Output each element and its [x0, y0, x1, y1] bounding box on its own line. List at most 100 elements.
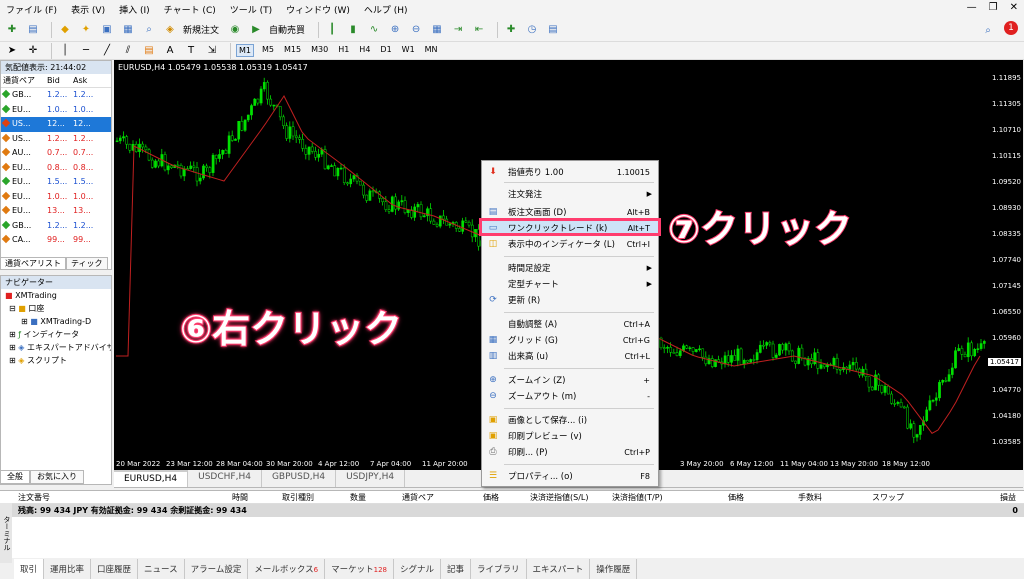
terminal-column-header[interactable]: 価格 — [483, 491, 499, 504]
vertical-line-icon[interactable]: │ — [57, 43, 73, 59]
search-icon[interactable]: ⌕ — [980, 22, 996, 38]
nav-item-accounts[interactable]: ⊟ ■ 口座 — [1, 302, 111, 315]
context-menu-item[interactable]: 自動調整 (A) Ctrl+A — [482, 317, 658, 331]
terminal-tab[interactable]: 取引 — [14, 559, 45, 579]
terminal-column-header[interactable]: 手数料 — [798, 491, 822, 504]
timeframe-m15[interactable]: M15 — [282, 44, 303, 57]
terminal-column-header[interactable]: 決済指値(T/P) — [612, 491, 663, 504]
chart-tab[interactable]: USDJPY,H4 — [336, 470, 406, 487]
terminal-tab[interactable]: 口座履歴 — [91, 559, 139, 579]
terminal-column-header[interactable]: 注文番号 — [18, 491, 50, 504]
context-menu-item[interactable]: ⬇ 指値売り 1.00 1.10015 — [482, 165, 658, 179]
terminal-tab[interactable]: ライブラリ — [471, 559, 527, 579]
nav-item-experts[interactable]: ⊞ ◈ エキスパートアドバイザ — [1, 341, 111, 354]
templates-icon[interactable]: ▤ — [545, 22, 561, 38]
chart-tab[interactable]: USDCHF,H4 — [188, 470, 262, 487]
timeframe-d1[interactable]: D1 — [378, 44, 393, 57]
context-menu-item[interactable]: ▣ 印刷プレビュー (v) — [482, 429, 658, 443]
terminal-column-header[interactable]: 通貨ペア — [402, 491, 434, 504]
tab-general[interactable]: 全般 — [0, 470, 30, 484]
terminal-icon[interactable]: ▦ — [120, 22, 136, 38]
timeframe-w1[interactable]: W1 — [400, 44, 417, 57]
metaeditor-icon[interactable]: ◉ — [227, 22, 243, 38]
terminal-column-header[interactable]: 取引種別 — [282, 491, 314, 504]
terminal-tab[interactable]: シグナル — [394, 559, 441, 579]
equidistant-channel-icon[interactable]: ⫽ — [120, 43, 136, 59]
context-menu-item[interactable]: ⟳ 更新 (R) — [482, 293, 658, 307]
timeframe-m1[interactable]: M1 — [236, 44, 254, 57]
market-watch-row[interactable]: EU... 13... 13... — [1, 204, 111, 219]
context-menu-item[interactable]: ⎙ 印刷... (P) Ctrl+P — [482, 445, 658, 459]
zoom-out-icon[interactable]: ⊖ — [408, 22, 424, 38]
minimize-icon[interactable]: — — [967, 2, 977, 13]
timeframe-m30[interactable]: M30 — [309, 44, 330, 57]
terminal-tab[interactable]: エキスパート — [527, 559, 591, 579]
market-watch-row[interactable]: EU... 1.0... 1.0... — [1, 103, 111, 118]
text-icon[interactable]: A — [162, 43, 178, 59]
nav-item-account-demo[interactable]: ⊞ ■ XMTrading-D — [1, 315, 111, 328]
tab-tick[interactable]: ティック — [66, 257, 108, 270]
line-chart-icon[interactable]: ∿ — [366, 22, 382, 38]
timeframe-h4[interactable]: H4 — [357, 44, 372, 57]
close-icon[interactable]: ✕ — [1010, 2, 1018, 13]
profiles-icon[interactable]: ▤ — [25, 22, 41, 38]
context-menu-item[interactable]: ▤ 板注文画面 (D) Alt+B — [482, 205, 658, 219]
new-chart-icon[interactable]: ✚ — [4, 22, 20, 38]
context-menu-item[interactable]: ▣ 画像として保存... (i) — [482, 413, 658, 427]
crosshair-icon[interactable]: ✛ — [25, 43, 41, 59]
context-menu-item[interactable]: ▦ グリッド (G) Ctrl+G — [482, 333, 658, 347]
arrows-icon[interactable]: ⇲ — [204, 43, 220, 59]
terminal-column-header[interactable]: 決済逆指値(S/L) — [530, 491, 588, 504]
strategy-tester-icon[interactable]: ⌕ — [141, 22, 157, 38]
menu-item[interactable]: ウィンドウ (W) — [286, 3, 350, 16]
terminal-column-header[interactable]: 数量 — [350, 491, 366, 504]
context-menu-item[interactable]: ◫ 表示中のインディケータ (L) Ctrl+I — [482, 237, 658, 251]
terminal-column-header[interactable]: 損益 — [1000, 491, 1016, 504]
context-menu-item[interactable]: 注文発注 ▶ — [482, 187, 658, 201]
trend-line-icon[interactable]: ╱ — [99, 43, 115, 59]
context-menu-item[interactable]: ☰ プロパティ... (o) F8 — [482, 469, 658, 483]
text-label-icon[interactable]: T — [183, 43, 199, 59]
market-watch-icon[interactable]: ◆ — [57, 22, 73, 38]
menu-item[interactable]: チャート (C) — [164, 3, 216, 16]
terminal-column-header[interactable]: 時間 — [232, 491, 248, 504]
tab-symbols[interactable]: 通貨ペアリスト — [0, 257, 66, 270]
context-menu-item[interactable]: ⊕ ズームイン (Z) + — [482, 373, 658, 387]
auto-trading-button[interactable]: ▶ 自動売買 — [248, 22, 305, 38]
autoscroll-icon[interactable]: ⇥ — [450, 22, 466, 38]
terminal-tab[interactable]: ニュース — [138, 559, 185, 579]
restore-icon[interactable]: ❐ — [989, 2, 998, 13]
market-watch-row[interactable]: GB... 1.2... 1.2... — [1, 219, 111, 234]
timeframe-h1[interactable]: H1 — [336, 44, 351, 57]
market-watch-row[interactable]: EU... 0.8... 0.8... — [1, 161, 111, 176]
candle-chart-icon[interactable]: ▮ — [345, 22, 361, 38]
fibonacci-icon[interactable]: ▤ — [141, 43, 157, 59]
terminal-balance-row[interactable]: ⊙ 残高: 99 434 JPY 有効証拠金: 99 434 余剰証拠金: 99… — [0, 504, 1024, 517]
terminal-tab[interactable]: 運用比率 — [44, 559, 92, 579]
market-watch-row[interactable]: CA... 99... 99... — [1, 233, 111, 248]
context-menu-item[interactable]: 時間足設定 ▶ — [482, 261, 658, 275]
notification-badge[interactable]: 1 — [1004, 21, 1018, 35]
terminal-tab[interactable]: 記事 — [441, 559, 472, 579]
terminal-tab[interactable]: マーケット128 — [325, 559, 394, 579]
market-watch-row[interactable]: AU... 0.7... 0.7... — [1, 146, 111, 161]
context-menu-item[interactable]: ⊖ ズームアウト (m) - — [482, 389, 658, 403]
horizontal-line-icon[interactable]: ─ — [78, 43, 94, 59]
periods-icon[interactable]: ◷ — [524, 22, 540, 38]
chart-shift-icon[interactable]: ⇤ — [471, 22, 487, 38]
market-watch-row[interactable]: US... 12... 12... — [1, 117, 111, 132]
terminal-column-header[interactable]: スワップ — [872, 491, 904, 504]
menu-item[interactable]: ヘルプ (H) — [364, 3, 408, 16]
tile-windows-icon[interactable]: ▦ — [429, 22, 445, 38]
data-window-icon[interactable]: ✦ — [78, 22, 94, 38]
menu-item[interactable]: ツール (T) — [230, 3, 272, 16]
menu-item[interactable]: ファイル (F) — [6, 3, 57, 16]
timeframe-m5[interactable]: M5 — [260, 44, 276, 57]
market-watch-row[interactable]: EU... 1.0... 1.0... — [1, 190, 111, 205]
market-watch-row[interactable]: US... 1.2... 1.2... — [1, 132, 111, 147]
cursor-icon[interactable]: ➤ — [4, 43, 20, 59]
nav-item-scripts[interactable]: ⊞ ◈ スクリプト — [1, 354, 111, 367]
context-menu-item[interactable]: 定型チャート ▶ — [482, 277, 658, 291]
terminal-column-header[interactable]: 価格 — [728, 491, 744, 504]
context-menu-item[interactable]: ▥ 出来高 (u) Ctrl+L — [482, 349, 658, 363]
